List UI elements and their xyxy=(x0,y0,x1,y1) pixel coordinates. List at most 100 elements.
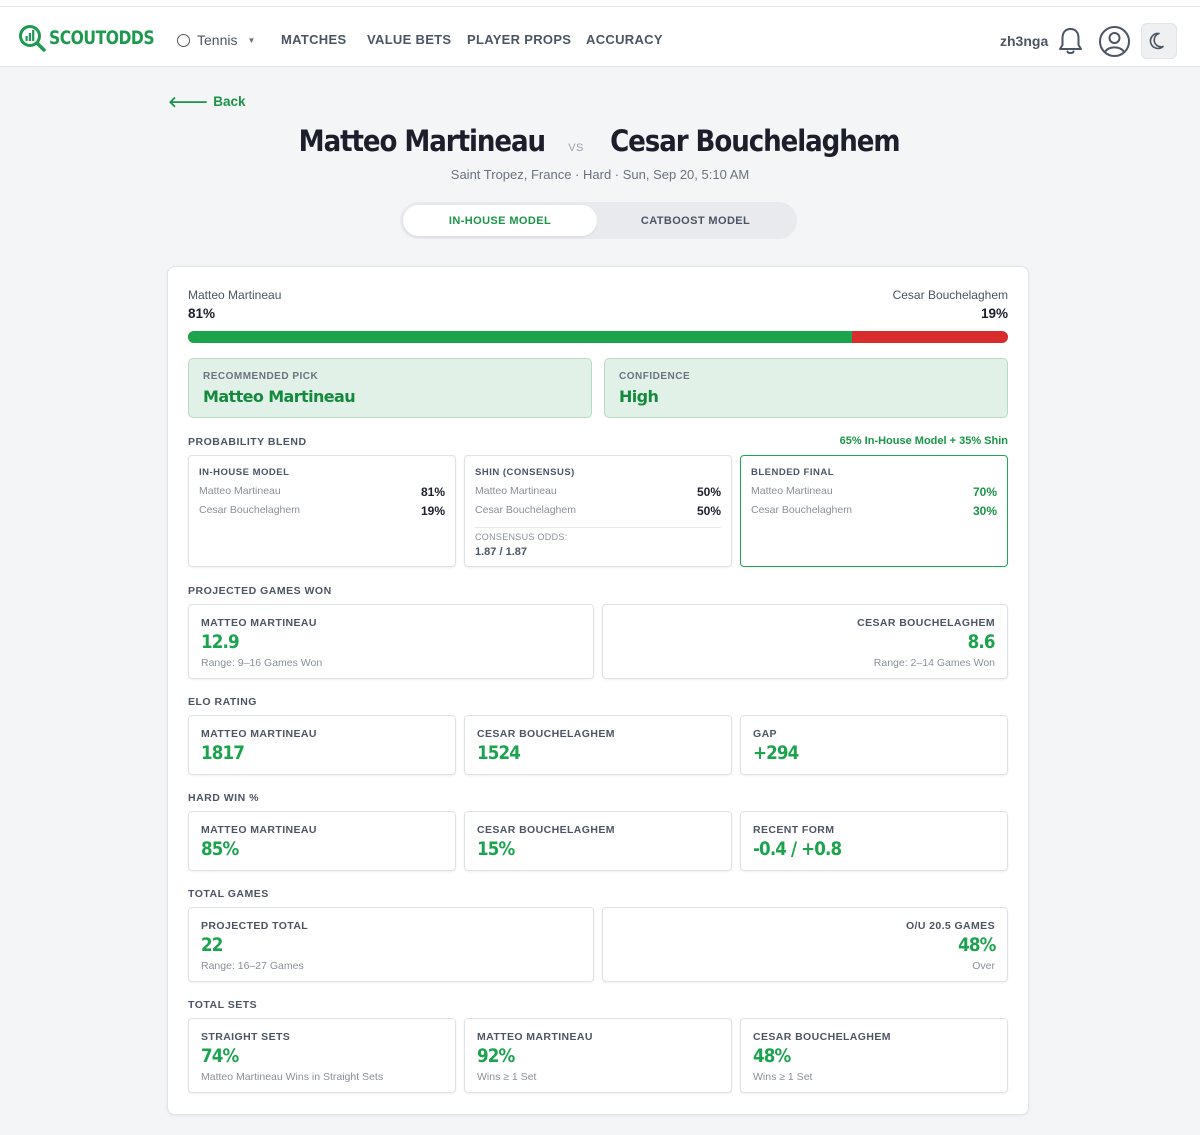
card-value: 1817 xyxy=(201,742,245,764)
blend-row: Cesar Bouchelaghem 30% xyxy=(751,504,997,518)
card-title: O/U 20.5 GAMES xyxy=(905,920,995,932)
nav-accuracy[interactable]: ACCURACY xyxy=(586,32,663,47)
card-title: IN-HOUSE MODEL xyxy=(199,467,290,478)
match-title: Matteo Martineau VS Cesar Bouchelaghem xyxy=(0,124,1200,158)
row-pct: 19% xyxy=(420,504,445,518)
card-sub: Range: 2–14 Games Won xyxy=(873,657,995,669)
theme-toggle-button[interactable] xyxy=(1141,23,1177,59)
moon-icon xyxy=(1149,32,1164,50)
row-name: Matteo Martineau xyxy=(199,485,281,497)
match-subtitle: Saint Tropez, France · Hard · Sun, Sep 2… xyxy=(450,167,750,182)
row-pct: 70% xyxy=(972,485,997,499)
username[interactable]: zh3nga xyxy=(1000,33,1048,49)
consensus-odds-value: 1.87 / 1.87 xyxy=(475,546,527,558)
back-link[interactable]: 🡐 Back xyxy=(168,92,246,111)
card-sub: Wins ≥ 1 Set xyxy=(477,1071,537,1083)
card-title: BLENDED FINAL xyxy=(751,467,835,478)
back-label: Back xyxy=(213,94,246,109)
section-hard-win: HARD WIN % xyxy=(188,792,259,804)
card-title: RECENT FORM xyxy=(753,824,835,836)
section-total-sets: TOTAL SETS xyxy=(188,999,258,1011)
row-pct: 30% xyxy=(972,504,997,518)
card-value: 22 xyxy=(201,934,223,956)
card-value: 12.9 xyxy=(201,631,240,653)
games-won-p2-card: CESAR BOUCHELAGHEM 8.6 Range: 2–14 Games… xyxy=(602,604,1008,679)
card-title: STRAIGHT SETS xyxy=(201,1031,291,1043)
blend-row: Matteo Martineau 70% xyxy=(751,485,997,499)
over-under-card: O/U 20.5 GAMES 48% Over xyxy=(602,907,1008,982)
card-sub: Range: 16–27 Games xyxy=(201,960,304,972)
vs-label: VS xyxy=(568,142,584,154)
card-value: 8.6 xyxy=(968,631,996,653)
confidence-value: High xyxy=(619,387,659,406)
card-title: GAP xyxy=(753,728,777,740)
card-title: CESAR BOUCHELAGHEM xyxy=(753,1031,891,1043)
blend-row: Cesar Bouchelaghem 50% xyxy=(475,504,721,518)
elo-gap-card: GAP +294 xyxy=(740,715,1008,775)
row-pct: 50% xyxy=(696,485,721,499)
navbar: SCOUTODDS Tennis ▼ MATCHES VALUE BETS PL… xyxy=(0,7,1200,67)
card-title: MATTEO MARTINEAU xyxy=(201,728,317,740)
user-icon[interactable] xyxy=(1098,25,1131,58)
sport-selector[interactable]: Tennis ▼ xyxy=(177,32,255,48)
section-total-games: TOTAL GAMES xyxy=(188,888,269,900)
top-edge xyxy=(0,0,1200,7)
p1-prob-pct: 81% xyxy=(188,306,216,321)
chevron-down-icon: ▼ xyxy=(247,35,256,45)
prediction-panel: Matteo Martineau 81% Cesar Bouchelaghem … xyxy=(167,266,1029,1115)
blend-card-final: BLENDED FINAL Matteo Martineau 70% Cesar … xyxy=(740,455,1008,567)
blend-card-shin: SHIN (CONSENSUS) Matteo Martineau 50% Ces… xyxy=(464,455,732,567)
card-value: +294 xyxy=(753,742,799,764)
section-probability-blend: PROBABILITY BLEND xyxy=(188,436,307,448)
recent-form-card: RECENT FORM -0.4 / +0.8 xyxy=(740,811,1008,871)
confidence-box: CONFIDENCE High xyxy=(604,358,1008,418)
tennis-ball-icon xyxy=(177,33,190,47)
nav-matches[interactable]: MATCHES xyxy=(281,32,346,47)
divider xyxy=(475,527,721,528)
card-sub: Wins ≥ 1 Set xyxy=(753,1071,813,1083)
row-pct: 81% xyxy=(420,485,445,499)
elo-p1-card: MATTEO MARTINEAU 1817 xyxy=(188,715,456,775)
blend-note: 65% In-House Model + 35% Shin xyxy=(839,435,1008,447)
blend-row: Matteo Martineau 81% xyxy=(199,485,445,499)
projected-total-card: PROJECTED TOTAL 22 Range: 16–27 Games xyxy=(188,907,594,982)
tab-catboost-model[interactable]: CATBOOST MODEL xyxy=(597,205,794,236)
p2-prob-name: Cesar Bouchelaghem xyxy=(892,288,1008,302)
card-title: MATTEO MARTINEAU xyxy=(477,1031,593,1043)
card-value: 85% xyxy=(201,838,239,860)
nav-value-bets[interactable]: VALUE BETS xyxy=(367,32,451,47)
win-probability-bar xyxy=(188,331,1008,343)
nav-player-props[interactable]: PLAYER PROPS xyxy=(467,32,571,47)
section-games-won: PROJECTED GAMES WON xyxy=(188,585,332,597)
player2-name: Cesar Bouchelaghem xyxy=(609,124,900,158)
games-won-p1-card: MATTEO MARTINEAU 12.9 Range: 9–16 Games … xyxy=(188,604,594,679)
card-sub: Matteo Martineau Wins in Straight Sets xyxy=(201,1071,384,1083)
card-value: 1524 xyxy=(477,742,521,764)
win-probability-fill xyxy=(188,331,853,343)
card-title: MATTEO MARTINEAU xyxy=(201,824,317,836)
card-value: 48% xyxy=(957,934,996,956)
hard-win-p1-card: MATTEO MARTINEAU 85% xyxy=(188,811,456,871)
sport-label: Tennis xyxy=(197,32,238,48)
blend-row: Cesar Bouchelaghem 19% xyxy=(199,504,445,518)
sets-p2-card: CESAR BOUCHELAGHEM 48% Wins ≥ 1 Set xyxy=(740,1018,1008,1093)
card-title: CESAR BOUCHELAGHEM xyxy=(477,728,615,740)
row-name: Cesar Bouchelaghem xyxy=(199,504,300,516)
confidence-label: CONFIDENCE xyxy=(619,371,691,382)
row-name: Matteo Martineau xyxy=(751,485,833,497)
recommended-pick-box: RECOMMENDED PICK Matteo Martineau xyxy=(188,358,592,418)
logo[interactable]: SCOUTODDS xyxy=(18,24,177,52)
row-name: Matteo Martineau xyxy=(475,485,557,497)
card-value: 92% xyxy=(477,1045,515,1067)
straight-sets-card: STRAIGHT SETS 74% Matteo Martineau Wins … xyxy=(188,1018,456,1093)
sets-p1-card: MATTEO MARTINEAU 92% Wins ≥ 1 Set xyxy=(464,1018,732,1093)
card-title: CESAR BOUCHELAGHEM xyxy=(857,617,995,629)
blend-card-in-house: IN-HOUSE MODEL Matteo Martineau 81% Cesar… xyxy=(188,455,456,567)
p1-prob-name: Matteo Martineau xyxy=(188,288,282,302)
tab-in-house-model[interactable]: IN-HOUSE MODEL xyxy=(403,205,597,236)
blend-row: Matteo Martineau 50% xyxy=(475,485,721,499)
card-title: CESAR BOUCHELAGHEM xyxy=(477,824,615,836)
bell-icon[interactable] xyxy=(1057,26,1084,56)
card-value: 48% xyxy=(753,1045,791,1067)
hard-win-p2-card: CESAR BOUCHELAGHEM 15% xyxy=(464,811,732,871)
